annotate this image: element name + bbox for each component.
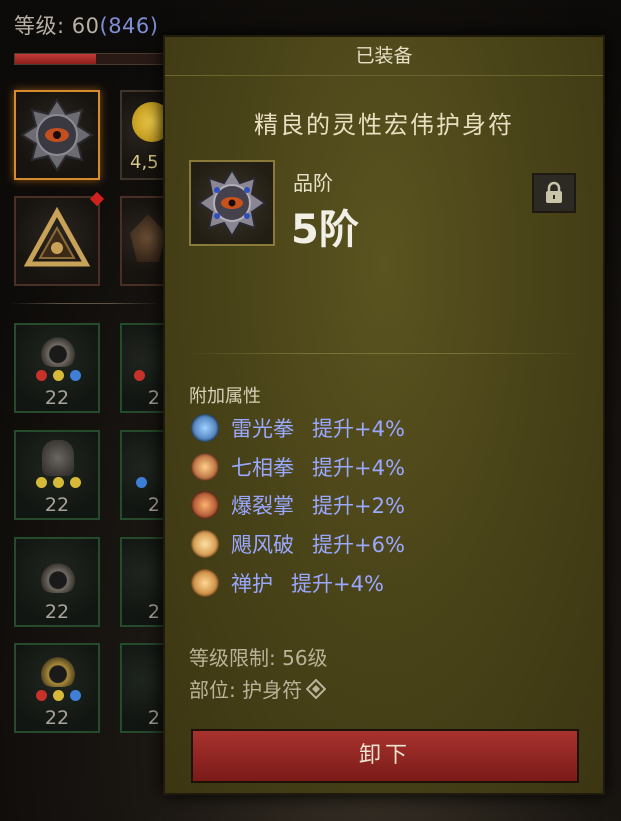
item-level: 2 <box>147 707 160 729</box>
attribute-skill: 七相拳 <box>231 456 294 480</box>
bracer-slot-1[interactable]: 22 <box>14 537 100 627</box>
xp-bar <box>14 53 164 65</box>
gold-ring-icon <box>38 655 78 687</box>
item-slot-info: 部位: 护身符 <box>189 674 327 703</box>
ring-slot-1[interactable]: 22 <box>14 323 100 413</box>
triangle-sigil-icon <box>23 206 91 267</box>
helm-slot[interactable] <box>120 196 166 286</box>
amulet-icon <box>197 168 267 238</box>
gauntlet-icon <box>42 440 74 476</box>
attribute-row: 禅护 提升+4% <box>191 566 384 600</box>
blue-gem-icon <box>70 370 81 381</box>
attribute-bonus: 提升+4% <box>291 572 384 596</box>
item-level: 2 <box>147 601 160 623</box>
gauntlet-slot-1[interactable]: 22 <box>14 430 100 520</box>
red-gem-icon <box>36 370 47 381</box>
amulet-icon <box>20 98 94 172</box>
grade-label: 品阶 <box>293 171 333 195</box>
cyclone-strike-icon <box>191 530 219 558</box>
yellow-gem-icon <box>53 690 64 701</box>
amulet-slot[interactable] <box>14 90 100 180</box>
attributes-title: 附加属性 <box>189 386 261 407</box>
attribute-bonus: 提升+4% <box>312 417 405 441</box>
ring-slot-4[interactable]: 2 <box>120 643 166 733</box>
attribute-row: 飓风破 提升+6% <box>191 527 405 561</box>
lock-button[interactable] <box>532 173 576 213</box>
ring-slot-3[interactable]: 22 <box>14 643 100 733</box>
item-level: 22 <box>44 707 70 729</box>
gold-amount: 4,5 <box>130 152 159 173</box>
helm-icon <box>130 214 166 262</box>
attribute-row: 七相拳 提升+4% <box>191 450 405 484</box>
ring-slot-2[interactable]: 2 <box>120 323 166 413</box>
item-tooltip: 已装备 精良的灵性宏伟护身符 品阶 5阶 附加属性 雷光拳 提升+4% 七相拳 <box>163 35 605 795</box>
attribute-skill: 爆裂掌 <box>231 494 294 518</box>
attribute-skill: 飓风破 <box>231 533 294 557</box>
level-label: 等级: <box>14 14 65 38</box>
ring-icon <box>38 335 78 367</box>
red-gem-icon <box>36 690 47 701</box>
blue-gem-icon <box>70 690 81 701</box>
yellow-gem-icon <box>70 477 81 488</box>
serenity-icon <box>191 569 219 597</box>
yellow-gem-icon <box>53 370 64 381</box>
level-requirement: 等级限制: 56级 <box>189 646 328 670</box>
bracer-slot-2[interactable]: 2 <box>120 537 166 627</box>
gold-slot[interactable]: 4,5 <box>120 90 172 180</box>
item-name: 精良的灵性宏伟护身符 <box>254 111 514 139</box>
item-slot-text: 部位: 护身符 <box>189 678 303 702</box>
inventory-separator <box>10 303 160 304</box>
item-level: 2 <box>147 494 160 516</box>
sigil-slot[interactable] <box>14 191 105 286</box>
yellow-gem-icon <box>36 477 47 488</box>
attribute-skill: 雷光拳 <box>231 417 294 441</box>
level-value: 60 <box>71 14 100 38</box>
attribute-bonus: 提升+4% <box>312 456 405 480</box>
tooltip-header: 已装备 <box>165 37 603 76</box>
padlock-icon <box>546 181 562 203</box>
xp-bar-fill <box>15 54 97 64</box>
amulet-slot-icon <box>306 678 327 699</box>
item-level: 22 <box>44 494 70 516</box>
exploding-palm-icon <box>191 491 219 519</box>
attribute-row: 爆裂掌 提升+2% <box>191 488 405 522</box>
item-icon-frame <box>189 160 275 246</box>
item-level: 2 <box>147 387 160 409</box>
attribute-row: 雷光拳 提升+4% <box>191 411 405 445</box>
unequip-button[interactable]: 卸下 <box>191 729 579 783</box>
yellow-gem-icon <box>53 477 64 488</box>
player-level: 等级: 60(846) <box>14 10 158 40</box>
attribute-bonus: 提升+2% <box>312 494 405 518</box>
bracer-icon <box>38 561 78 593</box>
red-gem-icon <box>134 370 145 381</box>
blue-gem-icon <box>136 477 147 488</box>
section-divider <box>185 353 583 354</box>
paragon-level: (846) <box>99 14 159 38</box>
grade-value: 5阶 <box>291 207 359 253</box>
attribute-skill: 禅护 <box>231 572 273 596</box>
attribute-bonus: 提升+6% <box>312 533 405 557</box>
item-level: 22 <box>44 387 70 409</box>
thunder-fist-icon <box>191 414 219 442</box>
item-level: 22 <box>44 601 70 623</box>
seven-sided-strike-icon <box>191 453 219 481</box>
gauntlet-slot-2[interactable]: 2 <box>120 430 166 520</box>
